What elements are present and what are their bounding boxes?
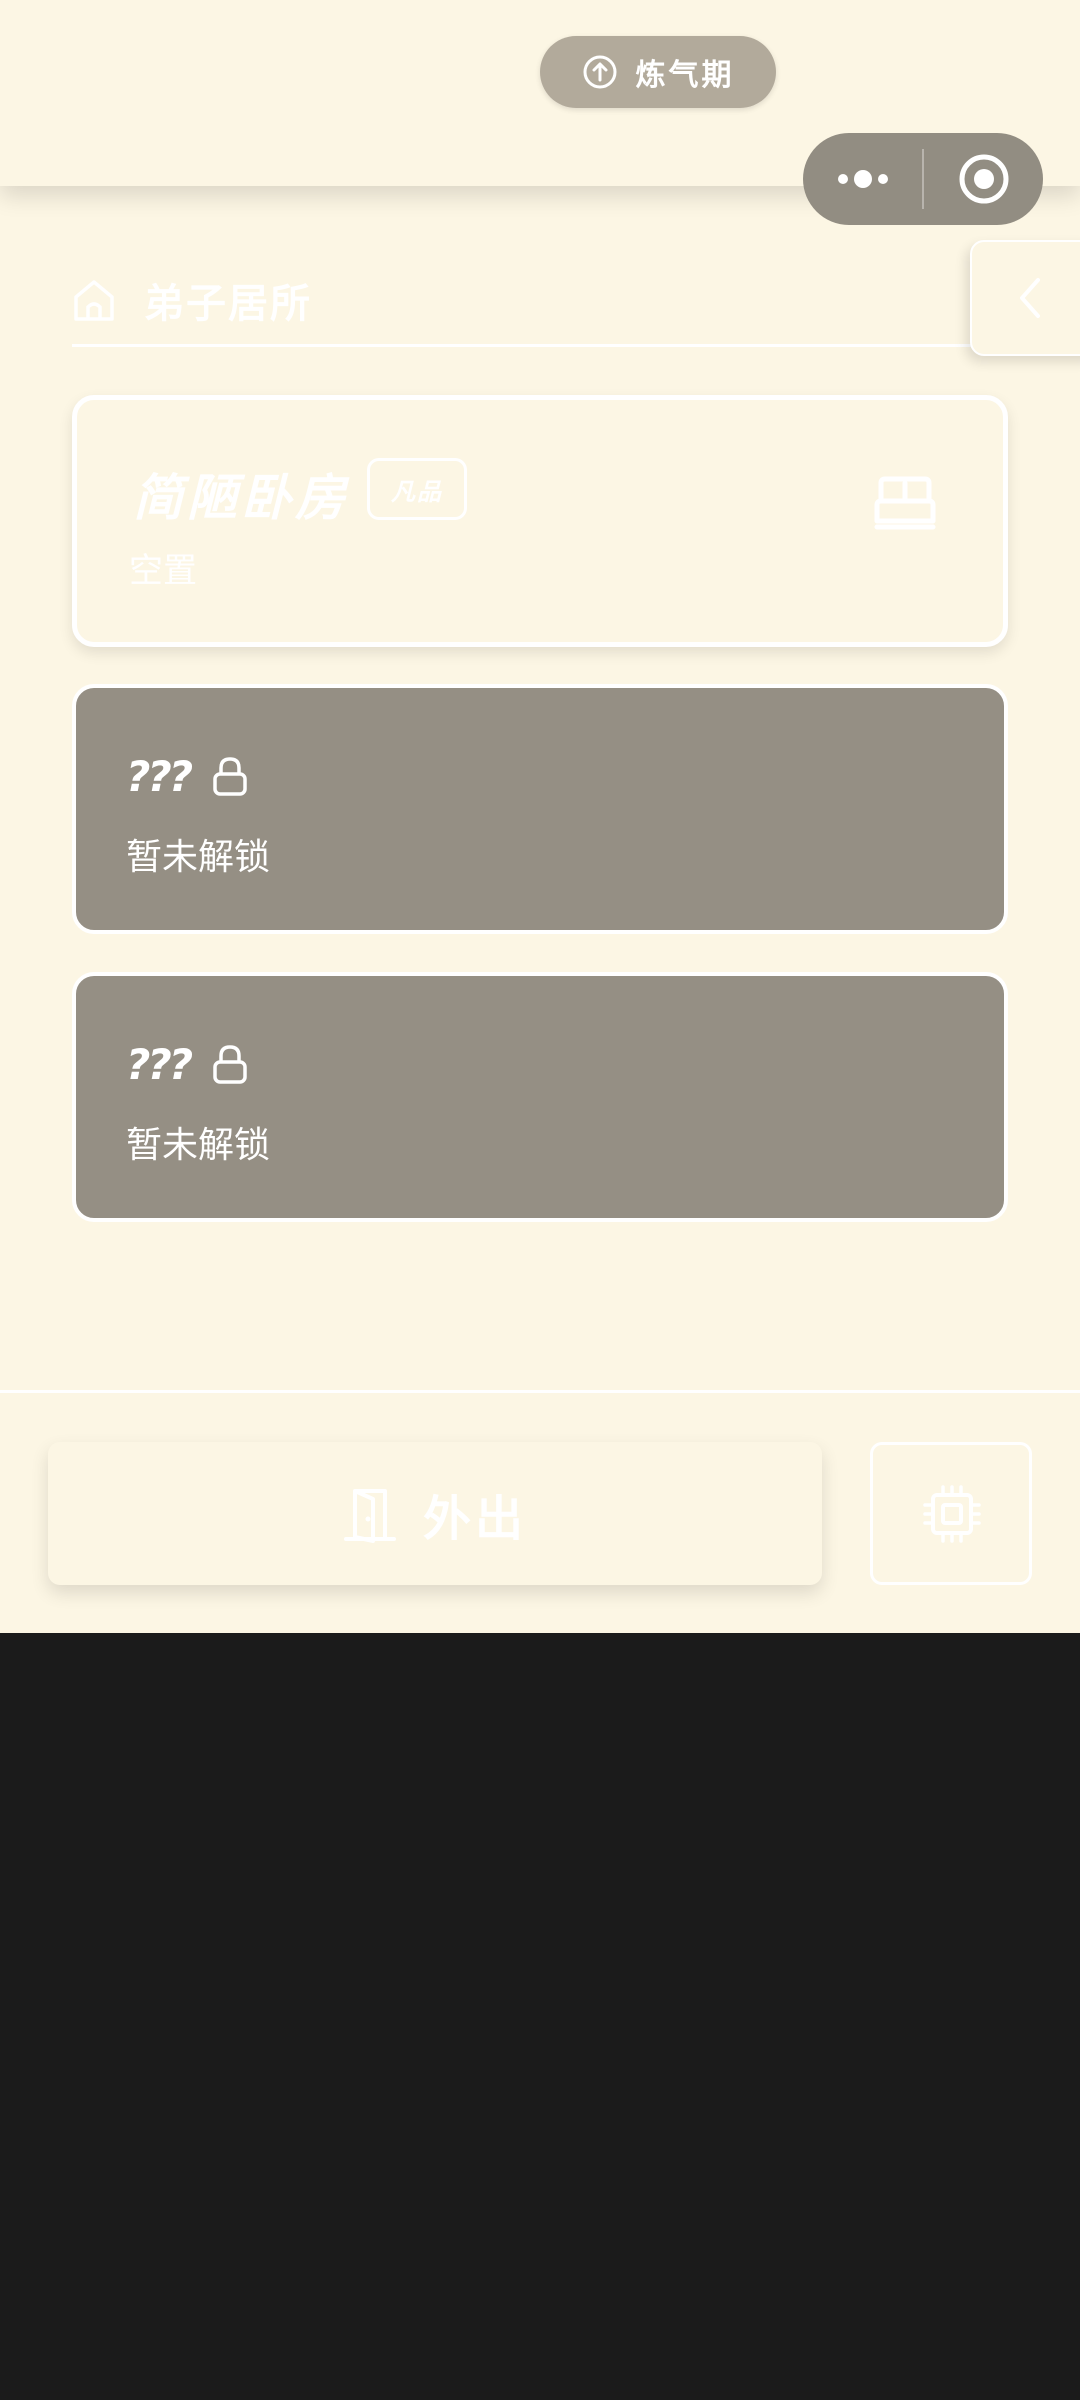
- room-status: 空置: [129, 551, 197, 591]
- capsule-divider: [922, 149, 924, 209]
- miniprogram-capsule: [803, 133, 1043, 225]
- more-dots-icon[interactable]: [833, 168, 893, 190]
- app-screen: 炼气期 弟子居所 简陋卧房 凡品 空置 ??? 暂未解锁 ??? 暂未解锁 外出: [0, 0, 1080, 1633]
- locked-status: 暂未解锁: [126, 837, 271, 878]
- door-icon: [343, 1488, 396, 1543]
- room-card-simple-bedroom[interactable]: 简陋卧房 凡品 空置: [72, 395, 1008, 647]
- go-out-button[interactable]: 外出: [48, 1442, 822, 1585]
- go-out-label: 外出: [422, 1490, 527, 1547]
- footer-divider: [0, 1390, 1080, 1393]
- room-card-locked[interactable]: ??? 暂未解锁: [72, 684, 1008, 934]
- chip-button[interactable]: [870, 1442, 1032, 1585]
- chip-icon: [923, 1485, 981, 1543]
- lock-icon: [213, 1044, 247, 1084]
- breadcrumb: 弟子居所: [72, 255, 972, 345]
- page-title: 弟子居所: [144, 281, 312, 327]
- realm-badge[interactable]: 炼气期: [540, 36, 776, 108]
- bed-icon: [874, 476, 936, 530]
- locked-room-name: ???: [126, 752, 193, 801]
- title-divider: [72, 344, 1080, 347]
- close-target-icon[interactable]: [958, 153, 1010, 205]
- locked-status: 暂未解锁: [126, 1125, 271, 1166]
- chevron-left-icon: [1020, 278, 1040, 318]
- room-name: 简陋卧房: [133, 468, 349, 527]
- locked-room-name: ???: [126, 1040, 193, 1089]
- room-card-locked[interactable]: ??? 暂未解锁: [72, 972, 1008, 1222]
- grade-badge: 凡品: [367, 458, 467, 520]
- home-icon: [74, 280, 114, 321]
- locked-room-title: ???: [126, 752, 248, 801]
- arrow-up-circle-icon: [583, 55, 616, 89]
- lock-icon: [213, 756, 247, 796]
- realm-label: 炼气期: [635, 58, 735, 93]
- back-button[interactable]: [970, 240, 1080, 356]
- locked-room-title: ???: [126, 1040, 248, 1089]
